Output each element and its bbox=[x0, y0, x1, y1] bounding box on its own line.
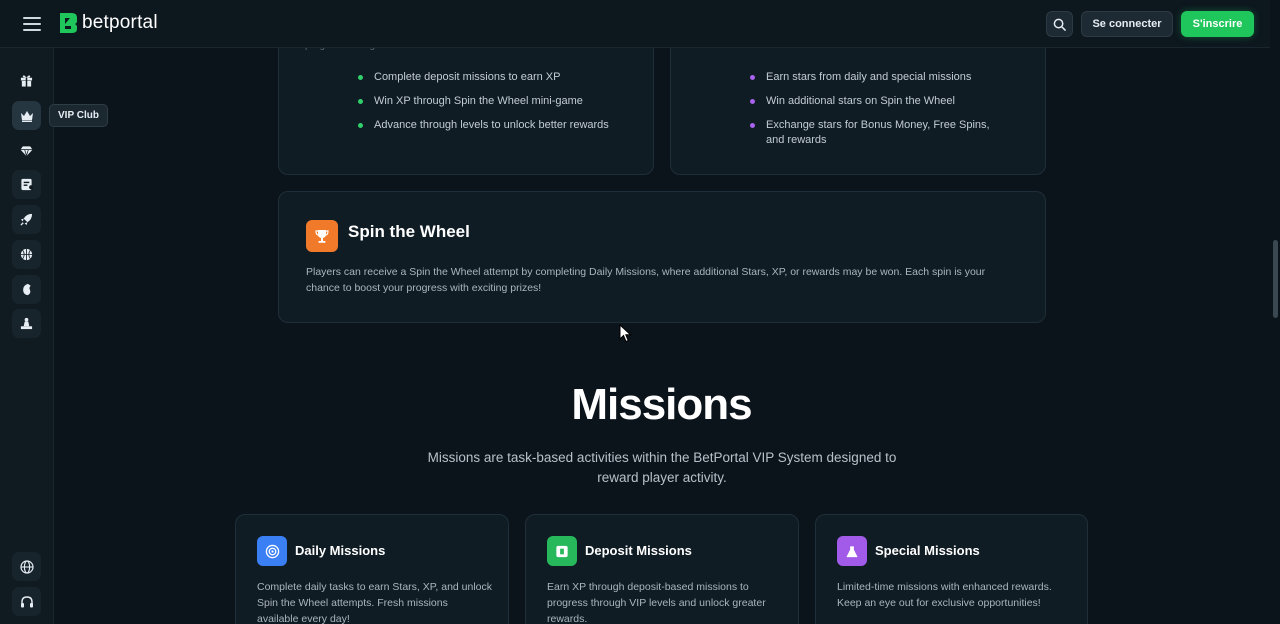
sidebar-item-promotions[interactable] bbox=[12, 66, 41, 95]
sidebar-item-diamond[interactable] bbox=[12, 136, 41, 165]
scrollbar-thumb[interactable] bbox=[1273, 240, 1278, 318]
sidebar-item-vip-club[interactable] bbox=[12, 101, 41, 130]
crown-icon bbox=[20, 110, 33, 122]
sidebar-item-sports[interactable] bbox=[12, 240, 41, 269]
missions-subtitle: Missions are task-based activities withi… bbox=[427, 450, 897, 485]
logo[interactable]: betportal bbox=[58, 12, 158, 34]
sidebar-item-live[interactable] bbox=[12, 275, 41, 304]
daily-missions-card: Daily Missions Complete daily tasks to e… bbox=[235, 514, 509, 624]
page-scrollbar[interactable] bbox=[1270, 0, 1280, 624]
sidebar-item-crash[interactable] bbox=[12, 205, 41, 234]
coupon-icon bbox=[21, 178, 33, 191]
trophy-icon bbox=[315, 230, 329, 243]
list-item: Advance through levels to unlock better … bbox=[358, 118, 638, 133]
menu-icon[interactable] bbox=[20, 15, 44, 33]
globe-icon bbox=[19, 559, 34, 574]
list-item: Win XP through Spin the Wheel mini-game bbox=[358, 94, 638, 109]
list-item: Exchange stars for Bonus Money, Free Spi… bbox=[750, 118, 1000, 148]
flask-icon bbox=[846, 544, 858, 557]
login-button[interactable]: Se connecter bbox=[1081, 11, 1173, 37]
special-missions-card: Special Missions Limited-time missions w… bbox=[815, 514, 1088, 624]
spin-wheel-icon-box bbox=[306, 220, 338, 252]
deposit-missions-icon-box bbox=[547, 536, 577, 566]
spin-wheel-card: Spin the Wheel Players can receive a Spi… bbox=[278, 191, 1046, 323]
wallet-icon bbox=[556, 545, 568, 557]
spin-wheel-title: Spin the Wheel bbox=[348, 222, 470, 241]
deposit-missions-title: Deposit Missions bbox=[585, 543, 692, 558]
special-missions-icon-box bbox=[837, 536, 867, 566]
special-missions-description: Limited-time missions with enhanced rewa… bbox=[837, 581, 1052, 609]
list-item: Complete deposit missions to earn XP bbox=[358, 70, 638, 85]
sidebar-item-support[interactable] bbox=[12, 587, 41, 616]
sidebar bbox=[0, 48, 54, 624]
search-button[interactable] bbox=[1046, 11, 1073, 37]
logo-text: betportal bbox=[82, 12, 158, 33]
sidebar-tooltip: VIP Club bbox=[49, 104, 108, 127]
target-icon bbox=[265, 544, 279, 558]
headset-icon bbox=[20, 595, 33, 607]
list-item: Win additional stars on Spin the Wheel bbox=[750, 94, 1000, 109]
xp-bullet-list: Complete deposit missions to earn XP Win… bbox=[358, 70, 638, 133]
daily-missions-description: Complete daily tasks to earn Stars, XP, … bbox=[257, 581, 493, 624]
top-header: betportal Se connecter S'inscrire bbox=[0, 0, 1270, 48]
logo-mark-icon bbox=[58, 12, 78, 34]
missions-title: Missions bbox=[571, 380, 752, 429]
basketball-icon bbox=[20, 248, 33, 261]
daily-missions-icon-box bbox=[257, 536, 287, 566]
gift-icon bbox=[20, 75, 33, 87]
stars-bullet-list: Earn stars from daily and special missio… bbox=[750, 70, 1000, 148]
signup-button[interactable]: S'inscrire bbox=[1181, 11, 1254, 37]
casino-icon bbox=[20, 317, 33, 330]
deposit-missions-description: Earn XP through deposit-based missions t… bbox=[547, 581, 766, 624]
deposit-missions-card: Deposit Missions Earn XP through deposit… bbox=[525, 514, 799, 624]
rocket-icon bbox=[20, 213, 33, 226]
slot-icon bbox=[22, 283, 31, 296]
sidebar-item-language[interactable] bbox=[12, 552, 41, 581]
sidebar-item-casino[interactable] bbox=[12, 309, 41, 338]
spin-wheel-description: Players can receive a Spin the Wheel att… bbox=[306, 266, 986, 294]
sidebar-item-betslip[interactable] bbox=[12, 170, 41, 199]
diamond-icon bbox=[20, 145, 33, 157]
mouse-cursor-icon bbox=[619, 323, 632, 348]
daily-missions-title: Daily Missions bbox=[295, 543, 386, 558]
search-icon bbox=[1053, 18, 1066, 31]
list-item: Earn stars from daily and special missio… bbox=[750, 70, 1000, 85]
special-missions-title: Special Missions bbox=[875, 543, 980, 558]
